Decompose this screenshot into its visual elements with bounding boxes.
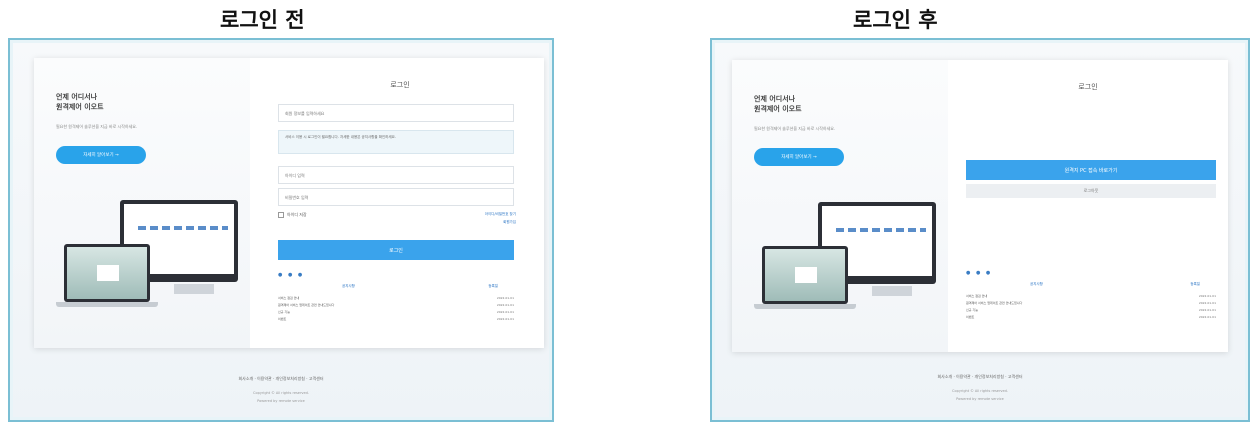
laptop-base [754,304,856,309]
table-row[interactable]: 서비스 점검 안내 2022.01.01 [278,295,514,302]
remember-id[interactable]: 아이디 저장 [278,212,307,218]
table-row[interactable]: 원격제어 서비스 업데이트 관련 안내드립니다 2022.01.01 [966,300,1216,307]
signup-link[interactable]: 회원가입 [485,218,516,226]
promo-panel: 언제 어디서나 원격제어 이오트 필요한 원격제어 솔루션을 지금 바로 시작하… [34,58,250,348]
heading-before: 로그인 전 [220,8,305,32]
login-title: 로그인 [390,81,410,89]
login-panel: 로그인 서비스 이용 시 로그인이 필요합니다. 자세한 내용은 공지사항을 확… [270,58,530,348]
monitor-stand [872,286,912,296]
laptop-illustration [762,246,848,304]
table-row[interactable]: 이벤트 2022.01.01 [966,314,1216,321]
promo-title-line1: 언제 어디서나 [754,95,796,103]
promo-panel: 언제 어디서나 원격제어 이오트 필요한 원격제어 솔루션을 지금 바로 시작하… [732,60,948,352]
carousel-dots[interactable]: ● ● ● [966,270,992,276]
logout-button[interactable]: 로그아웃 [966,184,1216,198]
laptop-base [56,302,158,307]
remember-checkbox[interactable] [278,212,284,218]
login-button[interactable]: 로그인 [278,240,514,260]
board-header-title: 공지사항 [342,284,355,288]
login-title: 로그인 [1078,83,1098,91]
table-row[interactable]: 이벤트 2022.01.01 [278,316,514,323]
footer-copyright: Copyright © All rights reserved. [952,389,1008,393]
footer-powered: Powered by remote service [956,397,1004,401]
info-input[interactable] [278,104,514,122]
main-card: 언제 어디서나 원격제어 이오트 필요한 원격제어 솔루션을 지금 바로 시작하… [732,60,1228,352]
notice-box: 서비스 이용 시 로그인이 필요합니다. 자세한 내용은 공지사항을 확인하세요… [278,130,514,154]
table-row[interactable]: 원격제어 서비스 업데이트 관련 안내드립니다 2022.01.01 [278,302,514,309]
promo-description: 필요한 원격제어 솔루션을 지금 바로 시작하세요. [754,126,836,131]
board-header-date: 등록일 [488,284,498,288]
notice-board: 공지사항 등록일 서비스 점검 안내 2022.01.01 원격제어 서비스 업데… [278,284,514,323]
laptop-illustration [64,244,150,302]
footer-links[interactable]: 회사소개 · 이용약관 · 개인정보처리방침 · 고객센터 [10,376,552,382]
promo-title-line1: 언제 어디서나 [56,93,98,101]
learn-more-button[interactable]: 자세히 알아보기 → [56,146,146,164]
table-row[interactable]: 서비스 점검 안내 2022.01.01 [966,293,1216,300]
promo-description: 필요한 원격제어 솔루션을 지금 바로 시작하세요. [56,124,138,129]
screenshot-after-login: 언제 어디서나 원격제어 이오트 필요한 원격제어 솔루션을 지금 바로 시작하… [710,38,1250,422]
login-panel: 로그인 원격지 PC 접속 바로가기 로그아웃 ● ● ● 공지사항 등록일 서… [958,60,1218,352]
board-header-title: 공지사항 [1030,282,1043,286]
footer-links[interactable]: 회사소개 · 이용약관 · 개인정보처리방침 · 고객센터 [712,374,1248,380]
promo-title: 언제 어디서나 원격제어 이오트 [754,94,802,114]
remember-label: 아이디 저장 [287,212,307,217]
main-card: 언제 어디서나 원격제어 이오트 필요한 원격제어 솔루션을 지금 바로 시작하… [34,58,544,348]
table-row[interactable]: 신규 기능 2022.01.01 [278,309,514,316]
monitor-stand [174,284,214,294]
id-input[interactable] [278,166,514,184]
find-account-link[interactable]: 아이디/비밀번호 찾기 [485,210,516,218]
promo-title-line2: 원격제어 이오트 [56,103,104,111]
promo-title-line2: 원격제어 이오트 [754,105,802,113]
heading-after: 로그인 후 [853,8,938,32]
board-header: 공지사항 등록일 [966,282,1216,287]
carousel-dots[interactable]: ● ● ● [278,272,304,278]
password-input[interactable] [278,188,514,206]
promo-title: 언제 어디서나 원격제어 이오트 [56,92,104,112]
footer-copyright: Copyright © All rights reserved. [253,391,309,395]
notice-board: 공지사항 등록일 서비스 점검 안내 2022.01.01 원격제어 서비스 업데… [966,282,1216,321]
board-header-date: 등록일 [1190,282,1200,286]
learn-more-button[interactable]: 자세히 알아보기 → [754,148,844,166]
footer-powered: Powered by remote service [257,399,305,403]
table-row[interactable]: 신규 기능 2022.01.01 [966,307,1216,314]
screenshot-before-login: 언제 어디서나 원격제어 이오트 필요한 원격제어 솔루션을 지금 바로 시작하… [8,38,554,422]
remote-connect-button[interactable]: 원격지 PC 접속 바로가기 [966,160,1216,180]
account-links: 아이디/비밀번호 찾기 회원가입 [485,210,516,226]
board-header: 공지사항 등록일 [278,284,514,289]
